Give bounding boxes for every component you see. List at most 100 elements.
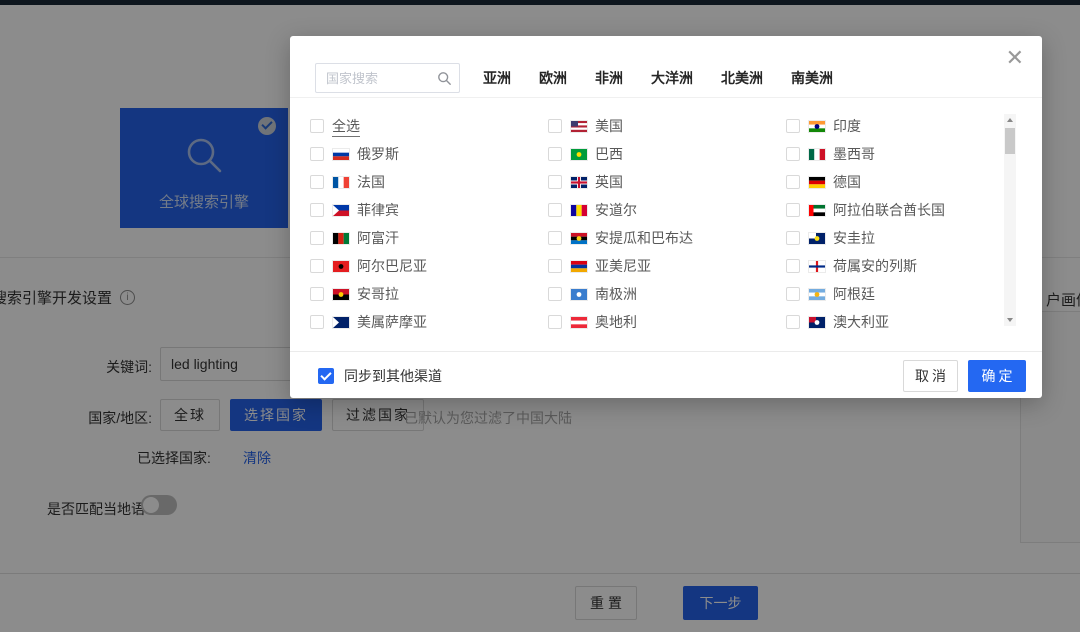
country-label: 德国 [833,172,861,192]
country-label: 荷属安的列斯 [833,256,917,276]
sync-other-channels-checkbox[interactable]: 同步到其他渠道 [318,352,442,399]
country-label: 美属萨摩亚 [357,312,427,332]
modal-header-divider [290,97,1042,98]
flag-icon-印度 [809,121,825,132]
sync-label: 同步到其他渠道 [344,366,442,386]
country-item-巴西[interactable]: 巴西 [548,140,786,168]
tab-南美洲[interactable]: 南美洲 [791,68,833,88]
flag-icon-美国 [571,121,587,132]
country-checkbox[interactable] [786,315,800,329]
country-item-阿根廷[interactable]: 阿根廷 [786,280,1024,308]
country-item-英国[interactable]: 英国 [548,168,786,196]
scroll-up-icon[interactable] [1007,118,1013,122]
country-item-奥地利[interactable]: 奥地利 [548,308,786,336]
country-item-荷属安的列斯[interactable]: 荷属安的列斯 [786,252,1024,280]
modal-footer: 同步到其他渠道 取消 确定 [290,351,1042,398]
scroll-down-icon[interactable] [1007,318,1013,322]
close-icon[interactable]: ✕ [1006,48,1024,70]
country-checkbox[interactable] [548,175,562,189]
country-item-南极洲[interactable]: 南极洲 [548,280,786,308]
flag-icon-荷属安的列斯 [809,261,825,272]
flag-icon-德国 [809,177,825,188]
country-checkbox[interactable] [310,259,324,273]
country-item-德国[interactable]: 德国 [786,168,1024,196]
tab-非洲[interactable]: 非洲 [595,68,623,88]
country-label: 俄罗斯 [357,144,399,164]
country-label: 奥地利 [595,312,637,332]
country-item-阿拉伯联合酋长国[interactable]: 阿拉伯联合酋长国 [786,196,1024,224]
country-item-安道尔[interactable]: 安道尔 [548,196,786,224]
country-checkbox[interactable] [786,175,800,189]
flag-icon-南极洲 [571,289,587,300]
country-label: 阿富汗 [357,228,399,248]
country-item-美国[interactable]: 美国 [548,112,786,140]
country-checkbox[interactable] [786,231,800,245]
country-checkbox[interactable] [548,119,562,133]
country-item-澳大利亚[interactable]: 澳大利亚 [786,308,1024,336]
country-checkbox[interactable] [310,231,324,245]
country-label: 安提瓜和巴布达 [595,228,693,248]
checkbox-checked-icon[interactable] [318,368,334,384]
tab-大洋洲[interactable]: 大洋洲 [651,68,693,88]
country-checkbox[interactable] [548,259,562,273]
country-checkbox[interactable] [310,287,324,301]
country-label: 墨西哥 [833,144,875,164]
country-label: 巴西 [595,144,623,164]
country-item-安提瓜和巴布达[interactable]: 安提瓜和巴布达 [548,224,786,252]
country-item-美属萨摩亚[interactable]: 美属萨摩亚 [310,308,548,336]
flag-icon-阿根廷 [809,289,825,300]
country-item-亚美尼亚[interactable]: 亚美尼亚 [548,252,786,280]
country-checkbox[interactable] [310,147,324,161]
country-label: 安圭拉 [833,228,875,248]
flag-icon-法国 [333,177,349,188]
scrollbar[interactable] [1004,114,1016,326]
search-icon [437,71,452,86]
country-item-俄罗斯[interactable]: 俄罗斯 [310,140,548,168]
flag-icon-阿拉伯联合酋长国 [809,205,825,216]
country-checkbox[interactable] [786,147,800,161]
flag-icon-阿尔巴尼亚 [333,261,349,272]
country-checkbox[interactable] [548,315,562,329]
flag-icon-菲律宾 [333,205,349,216]
cancel-button[interactable]: 取消 [903,360,958,392]
confirm-button[interactable]: 确定 [968,360,1026,392]
select-all-item[interactable]: 全选 [310,112,548,140]
country-search-box [315,63,460,93]
country-item-墨西哥[interactable]: 墨西哥 [786,140,1024,168]
country-checkbox[interactable] [786,259,800,273]
flag-icon-俄罗斯 [333,149,349,160]
country-checkbox[interactable] [548,287,562,301]
tab-亚洲[interactable]: 亚洲 [483,68,511,88]
country-item-阿尔巴尼亚[interactable]: 阿尔巴尼亚 [310,252,548,280]
flag-icon-亚美尼亚 [571,261,587,272]
country-item-菲律宾[interactable]: 菲律宾 [310,196,548,224]
flag-icon-巴西 [571,149,587,160]
country-item-安哥拉[interactable]: 安哥拉 [310,280,548,308]
country-item-印度[interactable]: 印度 [786,112,1024,140]
country-checkbox[interactable] [786,203,800,217]
country-checkbox[interactable] [310,315,324,329]
country-item-法国[interactable]: 法国 [310,168,548,196]
country-label: 阿根廷 [833,284,875,304]
country-checkbox[interactable] [548,147,562,161]
flag-icon-墨西哥 [809,149,825,160]
country-label: 法国 [357,172,385,192]
country-checkbox[interactable] [310,175,324,189]
tab-北美洲[interactable]: 北美洲 [721,68,763,88]
flag-icon-澳大利亚 [809,317,825,328]
flag-icon-安提瓜和巴布达 [571,233,587,244]
tab-欧洲[interactable]: 欧洲 [539,68,567,88]
country-checkbox[interactable] [310,203,324,217]
country-checkbox[interactable] [548,231,562,245]
country-item-阿富汗[interactable]: 阿富汗 [310,224,548,252]
select-all-label: 全选 [332,116,360,137]
country-checkbox[interactable] [786,119,800,133]
country-item-安圭拉[interactable]: 安圭拉 [786,224,1024,252]
country-checkbox[interactable] [548,203,562,217]
flag-icon-美属萨摩亚 [333,317,349,328]
scrollbar-thumb[interactable] [1005,128,1015,154]
country-checkbox[interactable] [310,119,324,133]
country-label: 阿尔巴尼亚 [357,256,427,276]
country-label: 安哥拉 [357,284,399,304]
country-checkbox[interactable] [786,287,800,301]
